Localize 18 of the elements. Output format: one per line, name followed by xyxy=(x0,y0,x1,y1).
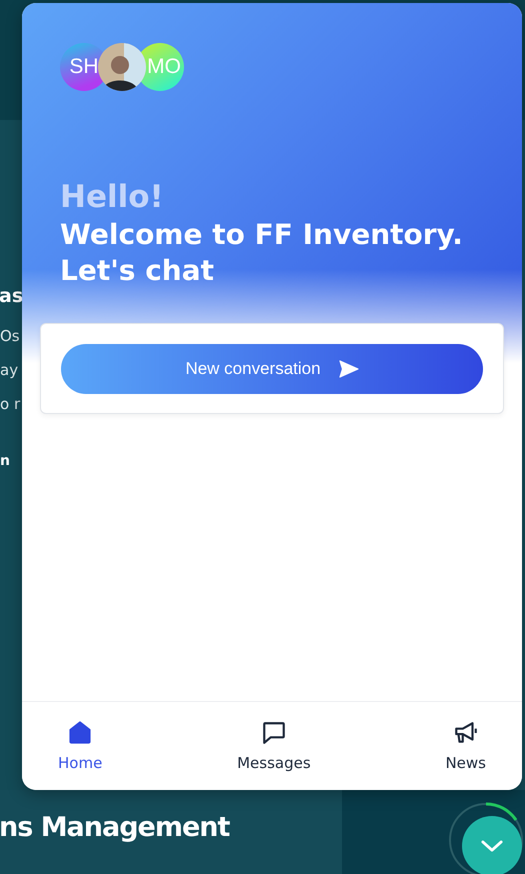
nav-tab[interactable]: Messages xyxy=(227,702,321,790)
body-text: o r xyxy=(0,395,22,413)
link-text: n xyxy=(0,453,11,469)
section-title: ns Management xyxy=(0,812,230,842)
megaphone-icon xyxy=(452,720,479,746)
speech-bubble-icon xyxy=(260,720,287,746)
new-conversation-button[interactable]: New conversation xyxy=(61,344,483,394)
chevron-down-icon xyxy=(481,840,503,852)
body-text: Os xyxy=(0,327,21,345)
send-icon xyxy=(338,360,359,378)
heading-text: as xyxy=(0,285,22,307)
home-icon xyxy=(67,720,94,746)
body-text: ay xyxy=(0,361,20,379)
nav-tab[interactable]: News xyxy=(435,702,496,790)
welcome-text: Welcome to FF Inventory. Let's chat xyxy=(60,217,464,289)
nav-tab[interactable]: Home xyxy=(48,702,112,790)
avatar-icon xyxy=(98,43,146,91)
greeting-text: Hello! xyxy=(60,179,165,215)
